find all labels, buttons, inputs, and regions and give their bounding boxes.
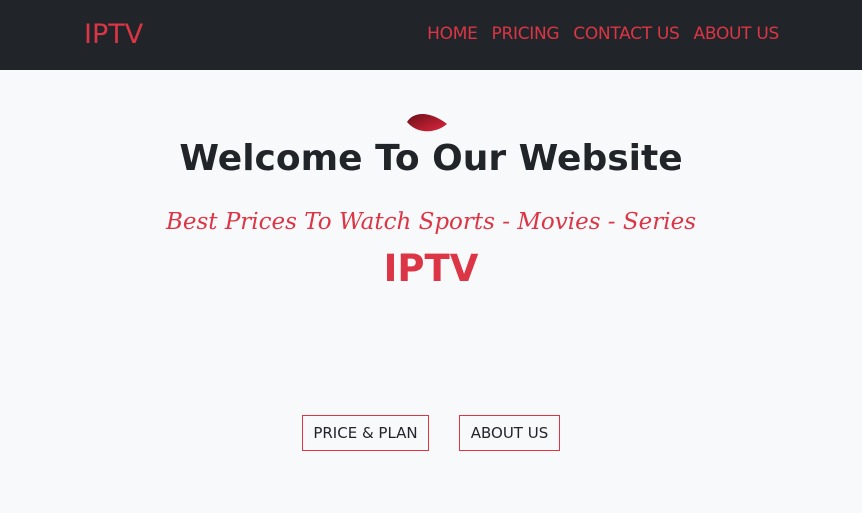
hero-brand: IPTV — [383, 247, 479, 290]
about-us-button[interactable]: ABOUT US — [459, 415, 560, 451]
hero-section: Welcome To Our Website Best Prices To Wa… — [0, 70, 862, 513]
nav-links: HOME PRICING CONTACT US ABOUT US — [427, 22, 779, 46]
nav-link-about-us[interactable]: ABOUT US — [694, 22, 780, 46]
top-navbar: IPTV HOME PRICING CONTACT US ABOUT US — [0, 0, 862, 70]
leaf-icon — [407, 114, 447, 132]
price-plan-button[interactable]: PRICE & PLAN — [302, 415, 429, 451]
nav-link-home[interactable]: HOME — [427, 22, 478, 46]
nav-link-pricing[interactable]: PRICING — [492, 22, 560, 46]
brand-logo-link[interactable]: IPTV — [84, 18, 143, 52]
nav-link-contact-us[interactable]: CONTACT US — [573, 22, 680, 46]
page-title: Welcome To Our Website — [179, 138, 683, 179]
hero-subtitle: Best Prices To Watch Sports - Movies - S… — [165, 209, 697, 235]
